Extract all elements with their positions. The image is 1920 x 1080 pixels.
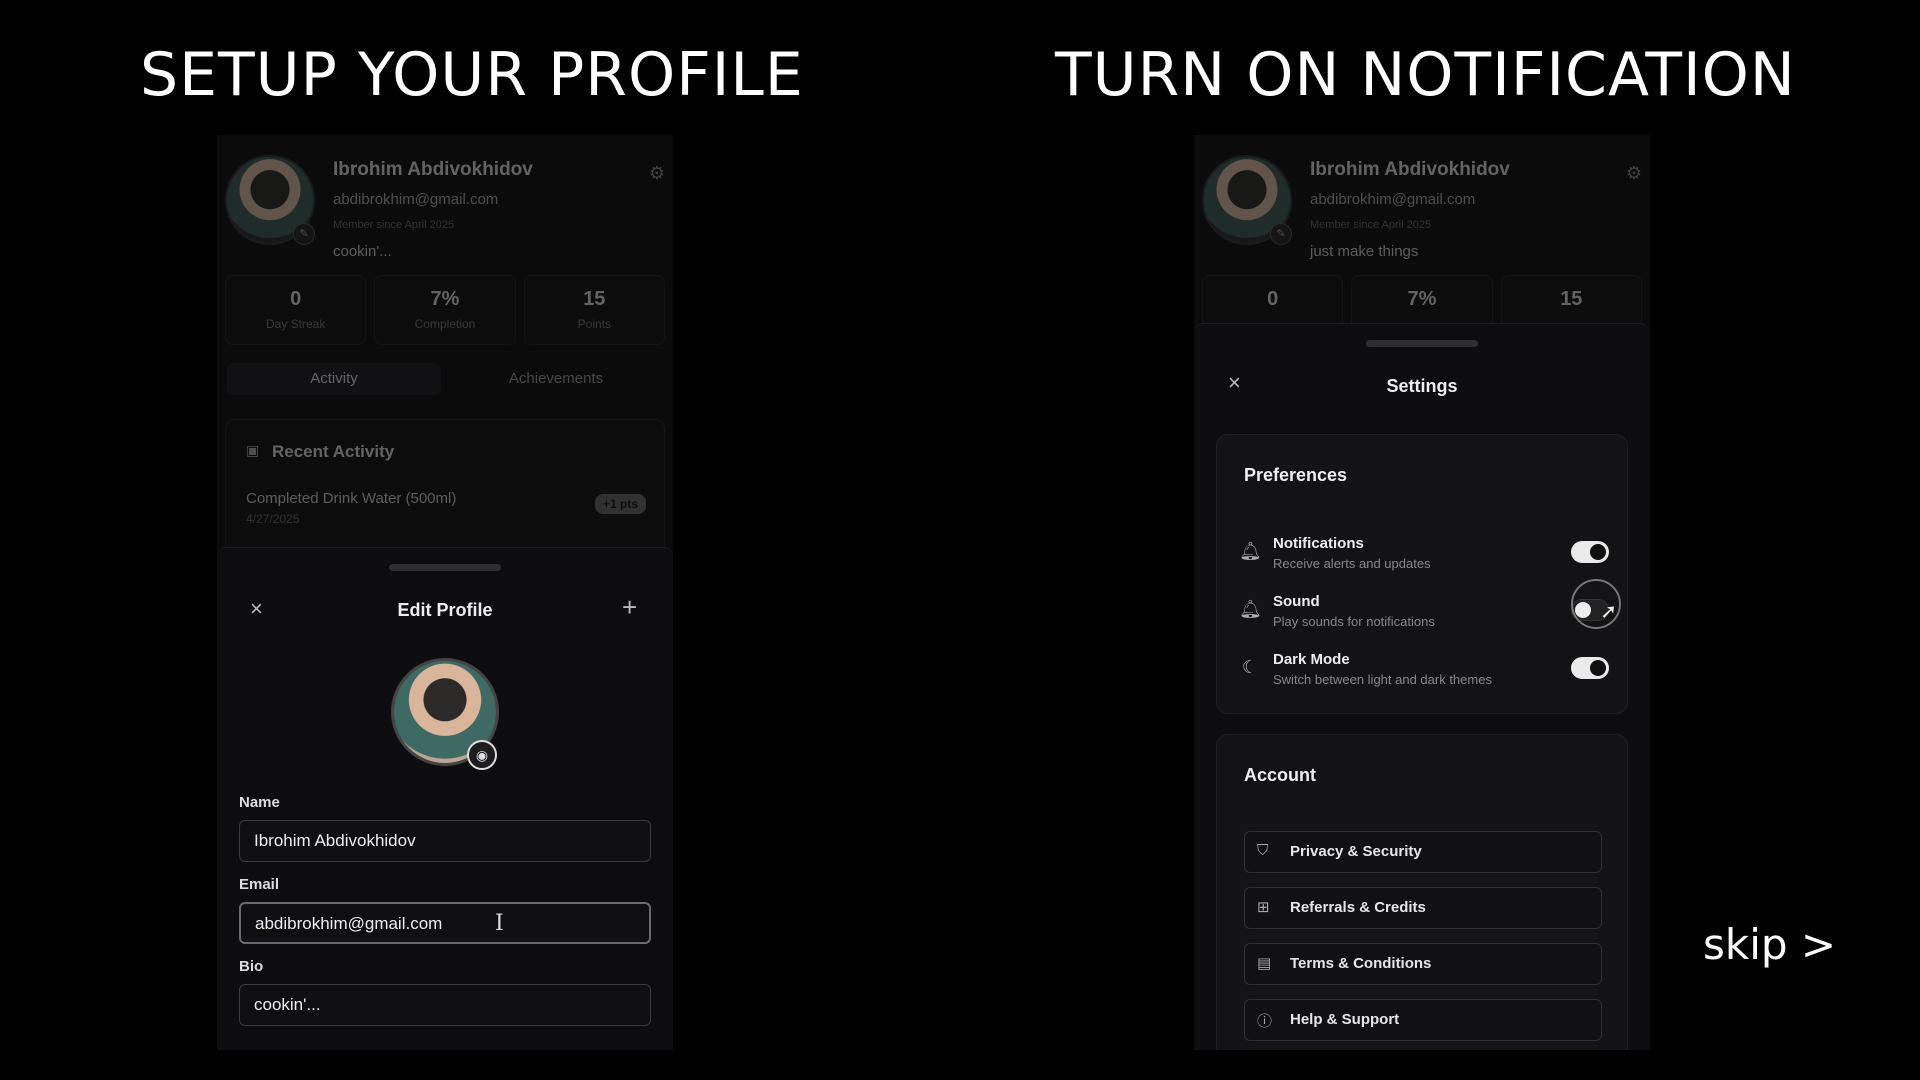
sheet-title: Edit Profile [397,600,493,620]
profile-tabs: Activity Achievements [227,363,663,395]
stat-value: 0 [1267,288,1279,310]
profile-header: ✎ Ibrohim Abdivokhidov abdibrokhim@gmail… [225,145,665,275]
stat-value: 0 [290,288,302,310]
stat-value: 7% [430,288,460,310]
preferences-title: Preferences [1244,465,1348,485]
account-item-label: Referrals & Credits [1290,899,1426,916]
skip-button[interactable]: skip > [1703,920,1836,969]
phone-screen-profile: ✎ Ibrohim Abdivokhidov abdibrokhim@gmail… [217,135,673,1050]
setting-desc: Play sounds for notifications [1273,614,1435,629]
stats-row: 0 Day Streak 7% Completion 15 Points [225,275,665,345]
gift-icon: ⊞ [1257,899,1270,916]
profile-bio: cookin'... [333,243,392,260]
profile-email: abdibrokhim@gmail.com [1310,191,1476,208]
stat-value: 7% [1407,288,1437,310]
document-icon: ▤ [1257,955,1272,972]
stat-label: Day Streak [265,317,326,331]
setting-title: Notifications [1273,535,1364,552]
account-item-label: Terms & Conditions [1290,955,1432,972]
plus-icon[interactable]: + [622,592,637,623]
bell-icon: 🔔︎ [1239,541,1262,561]
setting-desc: Switch between light and dark themes [1273,672,1492,687]
stat-label: Points [577,317,611,331]
name-field[interactable]: Ibrohim Abdivokhidov [239,820,651,862]
heading-setup-profile: SETUP YOUR PROFILE [140,40,804,110]
stat-completion: 7% Completion [374,275,516,345]
pointer-cursor-icon: ➚ [1600,601,1617,623]
shield-icon: ⛉ [1257,842,1269,859]
account-item-label: Help & Support [1290,1011,1400,1028]
settings-sheet: × Settings Preferences 🔔︎ Notifications … [1194,323,1650,1050]
stat-points: 15 Points [523,275,665,345]
activity-item-date: 4/27/2025 [246,512,300,526]
help-support-button[interactable]: ⓘ Help & Support [1244,999,1602,1041]
profile-bio: just make things [1310,243,1419,260]
recent-activity-title: Recent Activity [272,442,395,461]
email-label: Email [239,876,280,893]
stat-label: Completion [414,317,476,331]
tab-achievements[interactable]: Achievements [449,363,663,395]
member-since: Member since April 2025 [1310,219,1432,231]
profile-name: Ibrohim Abdivokhidov [1310,159,1510,180]
pencil-icon[interactable]: ✎ [1270,223,1292,245]
gear-icon[interactable]: ⚙ [1626,163,1642,184]
gear-icon[interactable]: ⚙ [649,163,665,184]
recent-activity-card: ▣ Recent Activity Completed Drink Water … [225,419,665,559]
account-title: Account [1244,765,1316,785]
profile-name: Ibrohim Abdivokhidov [333,159,533,180]
account-card: Account ⛉ Privacy & Security ⊞ Referrals… [1216,734,1628,1050]
pencil-icon[interactable]: ✎ [293,223,315,245]
bio-label: Bio [239,958,264,975]
heading-turn-on-notification: TURN ON NOTIFICATION [1055,40,1796,110]
account-item-label: Privacy & Security [1290,843,1422,860]
stat-value: 15 [1560,288,1583,310]
points-badge: +1 pts [594,494,646,514]
setting-desc: Receive alerts and updates [1273,556,1431,571]
sheet-title: Settings [1386,376,1458,396]
camera-icon[interactable]: ◉ [467,740,497,770]
bell-icon: 🔔︎ [1239,599,1262,619]
activity-item-text: Completed Drink Water (500ml) [246,490,457,507]
setting-row-sound: 🔔︎ Sound Play sounds for notifications ➚ [1239,579,1621,639]
help-icon: ⓘ [1257,1013,1273,1030]
name-label: Name [239,794,280,811]
tab-activity[interactable]: Activity [227,363,441,395]
setting-row-dark-mode: ☾ Dark Mode Switch between light and dar… [1239,651,1609,697]
moon-icon: ☾ [1241,657,1259,677]
dark-mode-toggle[interactable] [1571,657,1609,679]
sheet-grabber[interactable] [389,564,501,571]
calendar-icon: ▣ [246,442,260,458]
privacy-security-button[interactable]: ⛉ Privacy & Security [1244,831,1602,873]
phone-screen-settings: ✎ Ibrohim Abdivokhidov abdibrokhim@gmail… [1194,135,1650,1050]
edit-profile-sheet: × Edit Profile + ◉ Name Ibrohim Abdivokh… [217,547,673,1050]
terms-conditions-button[interactable]: ▤ Terms & Conditions [1244,943,1602,985]
setting-row-notifications: 🔔︎ Notifications Receive alerts and upda… [1239,535,1609,581]
setting-title: Dark Mode [1273,651,1350,668]
stat-day-streak: 0 Day Streak [225,275,367,345]
profile-header: ✎ Ibrohim Abdivokhidov abdibrokhim@gmail… [1202,145,1642,275]
preferences-card: Preferences 🔔︎ Notifications Receive ale… [1216,434,1628,714]
email-field[interactable]: abdibrokhim@gmail.com [239,902,651,944]
bio-field[interactable]: cookin'... [239,984,651,1026]
profile-email: abdibrokhim@gmail.com [333,191,499,208]
notifications-toggle[interactable] [1571,541,1609,563]
text-cursor-icon: I [495,911,504,936]
stat-value: 15 [583,288,606,310]
sheet-grabber[interactable] [1366,340,1478,347]
referrals-credits-button[interactable]: ⊞ Referrals & Credits [1244,887,1602,929]
member-since: Member since April 2025 [333,219,455,231]
setting-title: Sound [1273,593,1320,610]
